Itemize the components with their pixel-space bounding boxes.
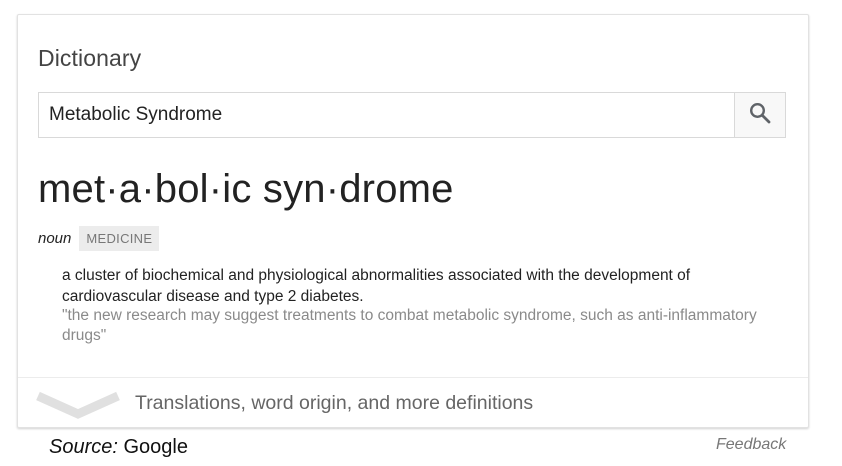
feedback-link[interactable]: Feedback bbox=[716, 436, 786, 454]
search-icon bbox=[748, 101, 772, 130]
chevron-down-icon bbox=[36, 390, 120, 425]
more-definitions-label: Translations, word origin, and more defi… bbox=[135, 392, 534, 414]
more-definitions-button[interactable]: Translations, word origin, and more defi… bbox=[18, 377, 808, 428]
part-of-speech: noun bbox=[38, 230, 72, 247]
search-input[interactable] bbox=[39, 93, 737, 137]
definition-text: a cluster of biochemical and physiologic… bbox=[62, 267, 691, 305]
headword: met·a·bol·ic syn·drome bbox=[38, 167, 454, 211]
source-credit: Source: Google bbox=[49, 436, 188, 459]
search-button[interactable] bbox=[734, 93, 785, 137]
search-box bbox=[38, 92, 786, 138]
part-of-speech-row: noun MEDICINE bbox=[38, 226, 160, 251]
example-sentence: "the new research may suggest treatments… bbox=[62, 307, 757, 344]
domain-label: MEDICINE bbox=[79, 226, 160, 251]
card-title: Dictionary bbox=[38, 45, 142, 71]
source-prefix: Source: bbox=[49, 436, 118, 458]
source-name: Google bbox=[123, 436, 189, 458]
dictionary-card: Dictionary met·a·bol·ic syn·drome noun M… bbox=[17, 14, 809, 428]
